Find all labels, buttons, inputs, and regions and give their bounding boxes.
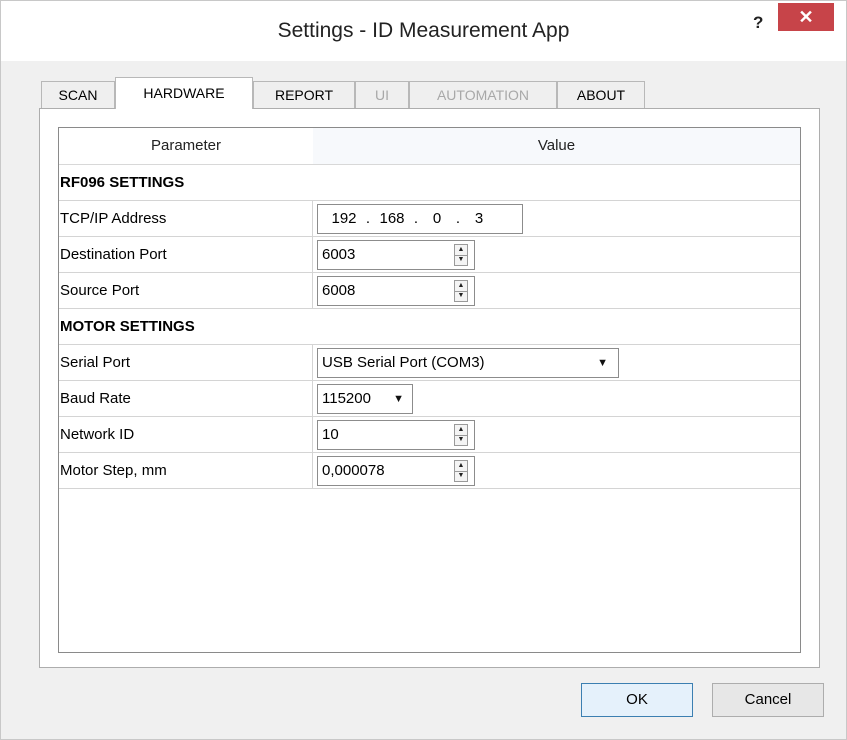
column-header-value[interactable]: Value <box>313 128 800 164</box>
ip-octet-2[interactable]: 168 <box>374 205 410 233</box>
settings-dialog: Settings - ID Measurement App ? ✕ SCAN H… <box>0 0 847 740</box>
tab-scan[interactable]: SCAN <box>41 81 115 108</box>
param-label-source-port: Source Port <box>59 273 313 308</box>
table-row: Source Port 6008 ▲ ▼ <box>59 273 800 309</box>
tab-report[interactable]: REPORT <box>253 81 355 108</box>
ip-octet-4[interactable]: 3 <box>464 205 494 233</box>
network-id-value: 10 <box>322 426 339 443</box>
serial-port-dropdown[interactable]: USB Serial Port (COM3) ▼ <box>317 348 619 378</box>
ip-octet-3[interactable]: 0 <box>422 205 452 233</box>
table-row: Serial Port USB Serial Port (COM3) ▼ <box>59 345 800 381</box>
motor-step-spinner[interactable]: ▲ ▼ <box>454 460 468 482</box>
destination-port-value: 6003 <box>322 246 356 263</box>
ok-button[interactable]: OK <box>581 683 693 717</box>
chevron-down-icon: ▼ <box>597 357 608 369</box>
network-id-spinner[interactable]: ▲ ▼ <box>454 424 468 446</box>
spin-down-icon[interactable]: ▼ <box>455 291 467 301</box>
close-icon: ✕ <box>798 7 814 27</box>
chevron-down-icon: ▼ <box>393 393 404 405</box>
motor-step-input[interactable]: 0,000078 ▲ ▼ <box>317 456 475 486</box>
cancel-button[interactable]: Cancel <box>712 683 824 717</box>
table-row: Network ID 10 ▲ ▼ <box>59 417 800 453</box>
ip-octet-1[interactable]: 192 <box>326 205 362 233</box>
table-row: TCP/IP Address 192. 168. 0. 3 <box>59 201 800 237</box>
title-bar: Settings - ID Measurement App ? ✕ <box>1 1 846 61</box>
settings-grid: Parameter Value RF096 SETTINGS TCP/IP Ad… <box>58 127 801 653</box>
destination-port-input[interactable]: 6003 ▲ ▼ <box>317 240 475 270</box>
baud-rate-dropdown[interactable]: 115200 ▼ <box>317 384 413 414</box>
tab-about[interactable]: ABOUT <box>557 81 645 108</box>
source-port-input[interactable]: 6008 ▲ ▼ <box>317 276 475 306</box>
param-label-tcp-ip: TCP/IP Address <box>59 201 313 236</box>
motor-step-value: 0,000078 <box>322 462 385 479</box>
source-port-value: 6008 <box>322 282 356 299</box>
tab-automation[interactable]: AUTOMATION <box>409 81 557 108</box>
hardware-panel: Parameter Value RF096 SETTINGS TCP/IP Ad… <box>39 108 820 668</box>
source-port-spinner[interactable]: ▲ ▼ <box>454 280 468 302</box>
spin-down-icon[interactable]: ▼ <box>455 471 467 481</box>
table-row: Baud Rate 115200 ▼ <box>59 381 800 417</box>
grid-header: Parameter Value <box>59 128 800 165</box>
close-button[interactable]: ✕ <box>778 3 834 31</box>
table-row: Motor Step, mm 0,000078 ▲ ▼ <box>59 453 800 489</box>
help-button[interactable]: ? <box>753 13 763 33</box>
network-id-input[interactable]: 10 ▲ ▼ <box>317 420 475 450</box>
param-label-serial-port: Serial Port <box>59 345 313 380</box>
param-label-baud-rate: Baud Rate <box>59 381 313 416</box>
table-row: Destination Port 6003 ▲ ▼ <box>59 237 800 273</box>
spin-down-icon[interactable]: ▼ <box>455 435 467 445</box>
tcp-ip-address-input[interactable]: 192. 168. 0. 3 <box>317 204 523 234</box>
serial-port-value: USB Serial Port (COM3) <box>322 354 485 371</box>
destination-port-spinner[interactable]: ▲ ▼ <box>454 244 468 266</box>
param-label-destination-port: Destination Port <box>59 237 313 272</box>
section-title-motor: MOTOR SETTINGS <box>60 318 195 335</box>
tab-ui[interactable]: UI <box>355 81 409 108</box>
param-label-motor-step: Motor Step, mm <box>59 453 313 488</box>
section-title-rf096: RF096 SETTINGS <box>60 174 185 191</box>
column-header-parameter[interactable]: Parameter <box>59 128 313 164</box>
param-label-network-id: Network ID <box>59 417 313 452</box>
baud-rate-value: 115200 <box>322 390 371 407</box>
section-row-motor: MOTOR SETTINGS <box>59 309 800 345</box>
spin-down-icon[interactable]: ▼ <box>455 255 467 265</box>
section-row-rf096: RF096 SETTINGS <box>59 165 800 201</box>
window-title: Settings - ID Measurement App <box>277 19 570 42</box>
tab-hardware[interactable]: HARDWARE <box>115 77 253 109</box>
